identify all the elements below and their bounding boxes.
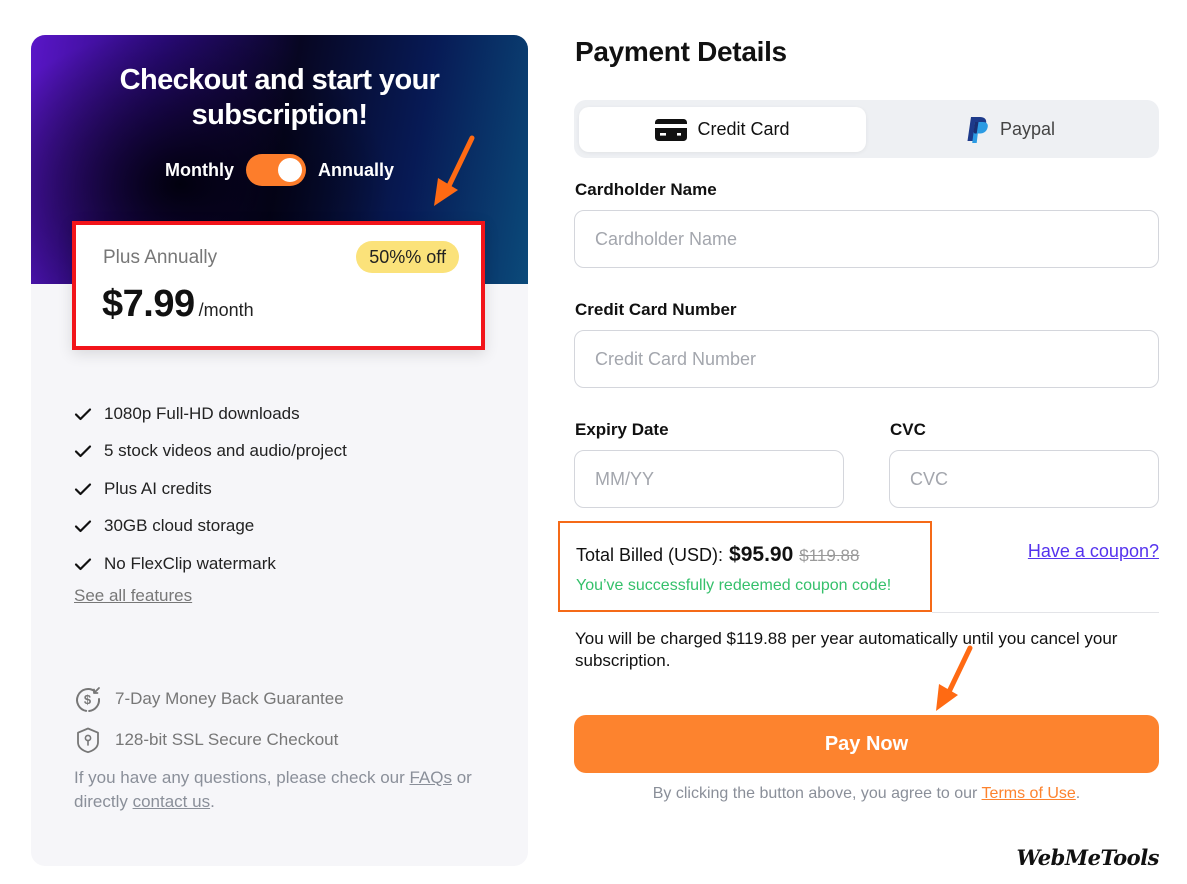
check-icon xyxy=(74,558,92,570)
tab-label: Paypal xyxy=(999,119,1056,139)
plan-price: $7.99 /month xyxy=(102,283,254,326)
credit-card-icon xyxy=(655,118,688,141)
guarantee-list: $ 7-Day Money Back Guarantee 128-bit SSL… xyxy=(74,678,344,760)
feature-item: 1080p Full-HD downloads xyxy=(74,395,347,433)
feature-label: 5 stock videos and audio/project xyxy=(104,441,347,461)
expiry-date-label: Expiry Date xyxy=(575,420,669,439)
toggle-knob xyxy=(277,158,302,182)
discount-badge: 50%% off xyxy=(356,241,459,273)
guarantee-label: 128-bit SSL Secure Checkout xyxy=(115,729,339,749)
original-price: $119.88 xyxy=(799,546,860,565)
selected-plan-card: Plus Annually 50%% off $7.99 /month xyxy=(72,221,485,350)
paypal-icon xyxy=(967,116,988,143)
toggle-label-monthly[interactable]: Monthly xyxy=(165,160,234,181)
plan-summary-panel: Checkout and start your subscription! Mo… xyxy=(31,35,528,866)
guarantee-item: $ 7-Day Money Back Guarantee xyxy=(74,678,344,719)
price-period: /month xyxy=(198,300,254,320)
help-text: If you have any questions, please check … xyxy=(74,766,504,814)
tab-paypal[interactable]: Paypal xyxy=(867,107,1154,152)
tab-label: Credit Card xyxy=(697,119,790,139)
contact-us-link[interactable]: contact us xyxy=(133,792,211,811)
terms-suffix: . xyxy=(1075,785,1081,802)
feature-item: Plus AI credits xyxy=(74,470,347,508)
price-amount: $7.99 xyxy=(102,283,195,325)
card-number-label: Credit Card Number xyxy=(575,300,737,319)
check-icon xyxy=(74,408,92,420)
faqs-link[interactable]: FAQs xyxy=(409,768,452,787)
toggle-label-annually[interactable]: Annually xyxy=(318,160,394,181)
terms-of-use-link[interactable]: Terms of Use xyxy=(982,785,1076,802)
cvc-input[interactable] xyxy=(889,450,1159,508)
check-icon xyxy=(74,483,92,495)
page-title: Payment Details xyxy=(575,36,787,67)
tab-credit-card[interactable]: Credit Card xyxy=(579,107,866,152)
expiry-date-input[interactable] xyxy=(574,450,844,508)
check-icon xyxy=(74,520,92,533)
cardholder-name-label: Cardholder Name xyxy=(575,180,717,199)
shield-lock-icon xyxy=(77,727,99,753)
see-all-features-link[interactable]: See all features xyxy=(74,586,192,606)
total-billed: Total Billed (USD): $95.90 $119.88 xyxy=(576,543,859,567)
payment-panel: Payment Details Credit Card Paypal Cardh… xyxy=(558,0,1159,884)
cvc-label: CVC xyxy=(890,420,926,439)
terms-prefix: By clicking the button above, you agree … xyxy=(652,785,982,802)
check-icon xyxy=(74,445,92,458)
coupon-success-message: You’ve successfully redeemed coupon code… xyxy=(576,577,892,594)
guarantee-label: 7-Day Money Back Guarantee xyxy=(115,688,344,708)
feature-item: No FlexClip watermark xyxy=(74,545,347,583)
have-coupon-link[interactable]: Have a coupon? xyxy=(1028,541,1159,562)
card-number-input[interactable] xyxy=(574,330,1159,388)
watermark-logo: WebMeTools xyxy=(1016,845,1159,870)
help-prefix: If you have any questions, please check … xyxy=(74,768,410,787)
feature-item: 30GB cloud storage xyxy=(74,508,347,546)
total-billed-box: Total Billed (USD): $95.90 $119.88 You’v… xyxy=(558,521,932,612)
guarantee-item: 128-bit SSL Secure Checkout xyxy=(74,719,344,760)
billing-cycle-toggle-row: Monthly Annually xyxy=(31,153,528,187)
pay-now-button[interactable]: Pay Now xyxy=(574,715,1159,773)
terms-text: By clicking the button above, you agree … xyxy=(574,785,1159,803)
svg-text:$: $ xyxy=(84,692,92,707)
hero-title: Checkout and start your subscription! xyxy=(119,64,440,131)
plan-name: Plus Annually xyxy=(103,247,218,268)
feature-label: No FlexClip watermark xyxy=(104,553,276,573)
feature-label: Plus AI credits xyxy=(104,478,212,498)
feature-label: 30GB cloud storage xyxy=(104,516,255,536)
total-label: Total Billed (USD): xyxy=(576,545,724,565)
feature-label: 1080p Full-HD downloads xyxy=(104,403,300,423)
divider xyxy=(932,612,1159,613)
cardholder-name-input[interactable] xyxy=(574,210,1159,268)
billing-cycle-toggle[interactable] xyxy=(245,154,306,186)
payment-method-tabs: Credit Card Paypal xyxy=(574,100,1159,158)
feature-list: 1080p Full-HD downloads 5 stock videos a… xyxy=(74,395,347,583)
feature-item: 5 stock videos and audio/project xyxy=(74,433,347,471)
total-amount: $95.90 xyxy=(729,543,794,566)
money-back-icon: $ xyxy=(76,686,101,712)
help-suffix: . xyxy=(210,792,215,811)
recurring-charge-note: You will be charged $119.88 per year aut… xyxy=(575,629,1118,670)
